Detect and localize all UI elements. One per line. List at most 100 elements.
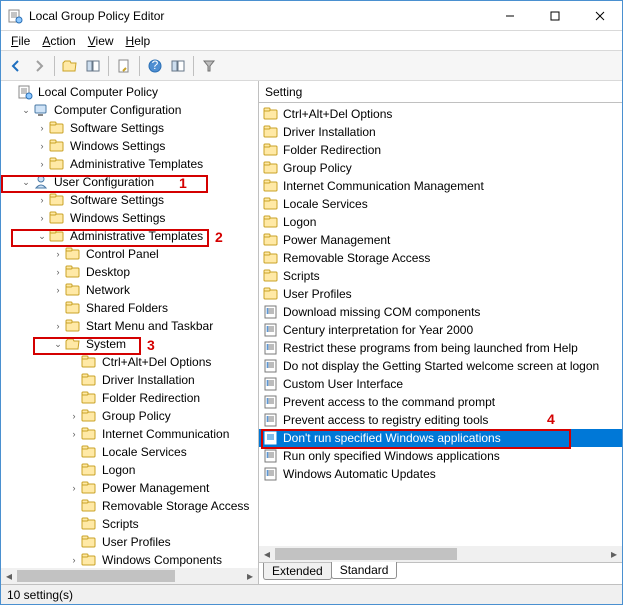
expander-icon[interactable]: › <box>67 427 81 441</box>
list-item[interactable]: Custom User Interface <box>259 375 622 393</box>
list-item[interactable]: Don't run specified Windows applications <box>259 429 622 447</box>
list-item[interactable]: User Profiles <box>259 285 622 303</box>
tree-label: Computer Configuration <box>52 103 183 117</box>
expander-icon <box>67 463 81 477</box>
folder-icon <box>81 516 97 532</box>
back-button[interactable] <box>5 55 27 77</box>
close-button[interactable] <box>577 1 622 30</box>
list-item[interactable]: Century interpretation for Year 2000 <box>259 321 622 339</box>
tree-desktop[interactable]: ›Desktop <box>3 263 258 281</box>
expander-icon[interactable]: ⌄ <box>51 337 65 351</box>
expander-icon[interactable]: › <box>35 157 49 171</box>
list-item[interactable]: Removable Storage Access <box>259 249 622 267</box>
tree-sys-driver[interactable]: Driver Installation <box>3 371 258 389</box>
list-item-label: Windows Automatic Updates <box>283 467 436 481</box>
tree-sys-scripts[interactable]: Scripts <box>3 515 258 533</box>
tab-standard[interactable]: Standard <box>331 562 398 579</box>
list-item[interactable]: Locale Services <box>259 195 622 213</box>
policy-setting-icon <box>263 430 279 446</box>
tree-cc-windows[interactable]: ›Windows Settings <box>3 137 258 155</box>
list-hscroll-right-icon[interactable]: ▸ <box>606 546 622 562</box>
list-header[interactable]: Setting <box>259 81 622 103</box>
menu-help[interactable]: Help <box>120 32 157 50</box>
tree-network[interactable]: ›Network <box>3 281 258 299</box>
expander-icon[interactable]: › <box>51 283 65 297</box>
list-item[interactable]: Internet Communication Management <box>259 177 622 195</box>
properties-button[interactable] <box>113 55 135 77</box>
tree-hscroll[interactable]: ◂ ▸ <box>1 568 258 584</box>
tree-cc-software[interactable]: ›Software Settings <box>3 119 258 137</box>
tree-sys-removable[interactable]: Removable Storage Access <box>3 497 258 515</box>
list-item[interactable]: Scripts <box>259 267 622 285</box>
expander-icon[interactable]: ⌄ <box>35 229 49 243</box>
tree-sys-logon[interactable]: Logon <box>3 461 258 479</box>
tree-sys-internet[interactable]: ›Internet Communication <box>3 425 258 443</box>
toolbar-extra-1[interactable] <box>167 55 189 77</box>
list-item[interactable]: Prevent access to registry editing tools <box>259 411 622 429</box>
tab-extended[interactable]: Extended <box>263 563 332 580</box>
tree-control-panel[interactable]: ›Control Panel <box>3 245 258 263</box>
tree-sys-user-profiles[interactable]: User Profiles <box>3 533 258 551</box>
tree-sys-windows-comp[interactable]: ›Windows Components <box>3 551 258 569</box>
expander-icon[interactable]: ⌄ <box>19 103 33 117</box>
tree-uc-windows[interactable]: ›Windows Settings <box>3 209 258 227</box>
minimize-button[interactable] <box>487 1 532 30</box>
tree-root[interactable]: Local Computer Policy <box>3 83 258 101</box>
tree-scroll[interactable]: Local Computer Policy ⌄ Computer Configura… <box>1 81 258 584</box>
tree-computer-config[interactable]: ⌄ Computer Configuration <box>3 101 258 119</box>
expander-icon[interactable]: › <box>35 193 49 207</box>
expander-icon[interactable]: › <box>35 139 49 153</box>
list-item[interactable]: Power Management <box>259 231 622 249</box>
help-button[interactable] <box>144 55 166 77</box>
menu-action[interactable]: Action <box>36 32 81 50</box>
expander-icon <box>67 373 81 387</box>
maximize-button[interactable] <box>532 1 577 30</box>
expander-icon[interactable]: › <box>67 481 81 495</box>
list-item[interactable]: Prevent access to the command prompt <box>259 393 622 411</box>
tree-sys-folder-redir[interactable]: Folder Redirection <box>3 389 258 407</box>
tree-user-config[interactable]: ⌄User Configuration <box>3 173 258 191</box>
list-item[interactable]: Run only specified Windows applications <box>259 447 622 465</box>
tree-uc-admin[interactable]: ⌄Administrative Templates <box>3 227 258 245</box>
tree-system[interactable]: ⌄System <box>3 335 258 353</box>
list-item[interactable]: Do not display the Getting Started welco… <box>259 357 622 375</box>
menu-file[interactable]: File <box>5 32 36 50</box>
expander-icon[interactable]: › <box>51 265 65 279</box>
tree-sys-group-policy[interactable]: ›Group Policy <box>3 407 258 425</box>
show-hide-tree-button[interactable] <box>82 55 104 77</box>
expander-icon[interactable]: › <box>35 121 49 135</box>
hscroll-left-icon[interactable]: ◂ <box>1 568 17 584</box>
list-body[interactable]: Ctrl+Alt+Del OptionsDriver InstallationF… <box>259 103 622 562</box>
expander-icon[interactable]: ⌄ <box>19 175 33 189</box>
expander-icon[interactable]: › <box>51 247 65 261</box>
list-item[interactable]: Folder Redirection <box>259 141 622 159</box>
up-level-button[interactable] <box>59 55 81 77</box>
filter-button[interactable] <box>198 55 220 77</box>
tree-uc-software[interactable]: ›Software Settings <box>3 191 258 209</box>
tree-sys-power[interactable]: ›Power Management <box>3 479 258 497</box>
expander-icon[interactable]: › <box>51 319 65 333</box>
tree-sys-locale[interactable]: Locale Services <box>3 443 258 461</box>
list-item[interactable]: Group Policy <box>259 159 622 177</box>
list-item[interactable]: Windows Automatic Updates <box>259 465 622 483</box>
folder-icon <box>49 192 65 208</box>
list-hscroll-left-icon[interactable]: ◂ <box>259 546 275 562</box>
tree-start-menu[interactable]: ›Start Menu and Taskbar <box>3 317 258 335</box>
list-item[interactable]: Logon <box>259 213 622 231</box>
tree-sys-ctrlaltdel[interactable]: Ctrl+Alt+Del Options <box>3 353 258 371</box>
expander-icon[interactable]: › <box>67 553 81 567</box>
list-item[interactable]: Driver Installation <box>259 123 622 141</box>
expander-icon[interactable]: › <box>35 211 49 225</box>
menu-view[interactable]: View <box>82 32 120 50</box>
tree-shared[interactable]: Shared Folders <box>3 299 258 317</box>
list-hscroll[interactable]: ◂ ▸ <box>259 546 622 562</box>
list-item[interactable]: Download missing COM components <box>259 303 622 321</box>
tree-cc-admin[interactable]: ›Administrative Templates <box>3 155 258 173</box>
list-item-label: Prevent access to the command prompt <box>283 395 495 409</box>
forward-button[interactable] <box>28 55 50 77</box>
list-item[interactable]: Restrict these programs from being launc… <box>259 339 622 357</box>
column-header-setting[interactable]: Setting <box>265 85 302 99</box>
hscroll-right-icon[interactable]: ▸ <box>242 568 258 584</box>
expander-icon[interactable]: › <box>67 409 81 423</box>
list-item[interactable]: Ctrl+Alt+Del Options <box>259 105 622 123</box>
